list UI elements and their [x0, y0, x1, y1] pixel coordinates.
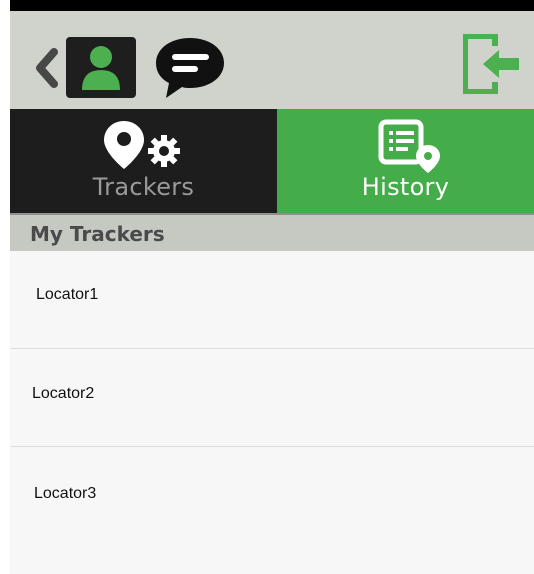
list-item-label: Locator1: [36, 286, 99, 303]
top-toolbar: [10, 11, 534, 109]
chat-bubble-icon: [156, 38, 224, 98]
app-screen: Trackers History My Trackers Locator1 Lo…: [10, 11, 534, 574]
user-profile-icon: [82, 46, 120, 90]
list-item-label: Locator2: [32, 385, 95, 402]
list-item-locator2[interactable]: Locator2: [10, 349, 534, 447]
status-bar-strip: [10, 0, 534, 11]
tab-bar: Trackers History: [10, 109, 534, 213]
history-list-icon: [378, 119, 442, 177]
list-item-locator1[interactable]: Locator1: [10, 251, 534, 349]
tracker-list: Locator1 Locator2 Locator3: [10, 251, 534, 545]
logout-button[interactable]: [462, 33, 523, 95]
logout-icon: [462, 33, 519, 95]
profile-button[interactable]: [66, 37, 136, 98]
section-title: My Trackers: [30, 222, 165, 246]
chevron-left-icon[interactable]: [32, 48, 60, 88]
tab-trackers[interactable]: Trackers: [10, 109, 277, 213]
tab-trackers-label: Trackers: [92, 173, 195, 201]
tab-history-label: History: [361, 173, 450, 201]
section-header: My Trackers: [10, 213, 534, 251]
location-settings-icon: [102, 119, 186, 175]
tab-history[interactable]: History: [277, 109, 534, 213]
list-item-label: Locator3: [34, 485, 97, 502]
list-item-locator3[interactable]: Locator3: [10, 447, 534, 545]
messages-button[interactable]: [153, 36, 227, 100]
